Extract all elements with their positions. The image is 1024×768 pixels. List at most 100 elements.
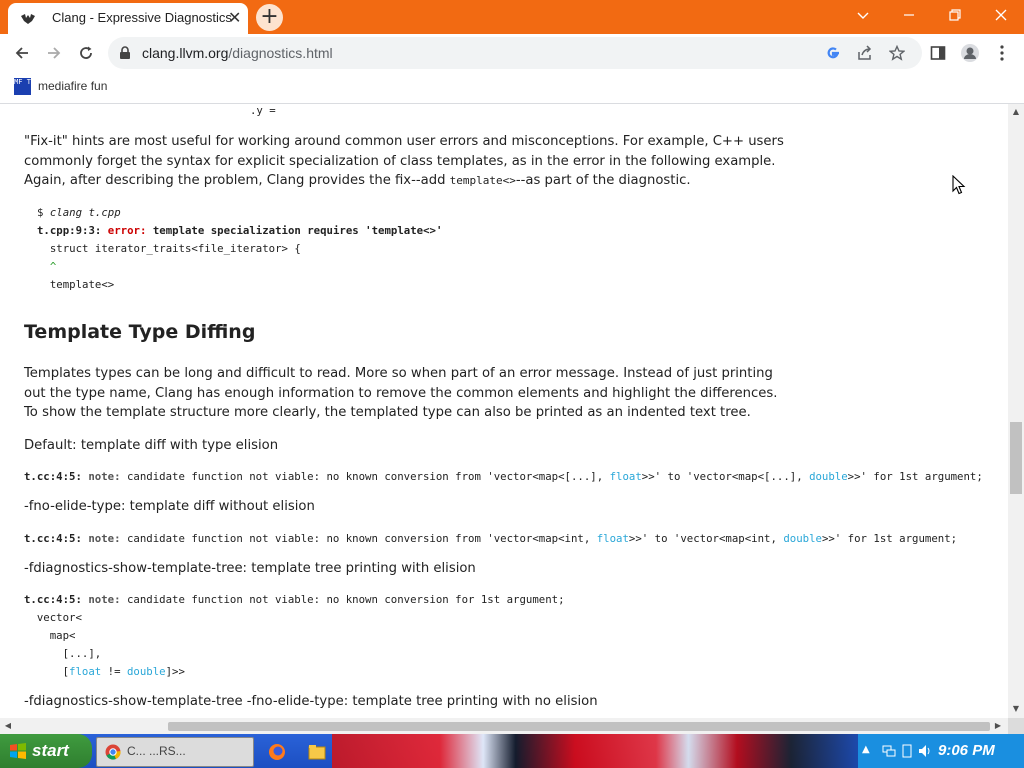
lock-icon[interactable]	[118, 46, 132, 60]
bookmark-star-icon[interactable]	[886, 43, 908, 63]
chrome-icon	[105, 744, 121, 760]
url-domain: clang.llvm.org	[142, 45, 229, 61]
start-button[interactable]: start	[0, 734, 92, 768]
diag-text: >>' for 1st argument;	[821, 532, 958, 545]
mediafire-icon[interactable]: MF T	[14, 78, 31, 95]
tree-line: [...],	[24, 647, 102, 660]
scrollbar-corner	[1008, 718, 1024, 734]
default-label: Default: template diff with type elision	[24, 438, 279, 453]
minimize-icon[interactable]	[892, 4, 926, 26]
windows-logo-icon	[10, 743, 26, 759]
side-panel-icon[interactable]	[926, 41, 950, 65]
tree-line: map<	[24, 629, 76, 642]
tree-line: [	[24, 665, 70, 678]
code-caret-line: ^	[37, 260, 57, 273]
taskbar-chrome-window[interactable]: C... ...RS...	[96, 737, 254, 767]
section-heading: Template Type Diffing	[24, 321, 256, 343]
back-arrow-icon[interactable]	[10, 42, 34, 64]
tree-line: ]>>	[165, 665, 185, 678]
page-content: .y = "Fix-it" hints are most useful for …	[0, 104, 1008, 718]
dragon-icon	[21, 14, 35, 24]
diag-note-label: note:	[88, 470, 121, 483]
restore-icon[interactable]	[938, 4, 972, 26]
taskbar-clock[interactable]: 9:06 PM	[938, 742, 995, 759]
code-fragment-top: .y =	[250, 104, 276, 117]
diag-type-double: double	[783, 532, 822, 545]
fixit-text-2: --as part of the diagnostic.	[515, 173, 691, 188]
diag-text: >>' to 'vector<map<[...],	[641, 470, 810, 483]
diag-text: candidate function not viable: no known …	[120, 470, 610, 483]
tree-line: !=	[101, 665, 127, 678]
diag-text: >>' for 1st argument;	[847, 470, 983, 483]
tree-no-elide-label: -fdiagnostics-show-template-tree -fno-el…	[24, 694, 598, 709]
url-path: /diagnostics.html	[228, 45, 333, 61]
code-block-fixit: $ clang t.cpp t.cpp:9:3: error: template…	[37, 204, 442, 294]
diag-tree: t.cc:4:5: note: candidate function not v…	[24, 591, 565, 681]
diag-note-label: note:	[88, 532, 121, 545]
scroll-down-arrow-icon[interactable]: ▼	[1008, 704, 1024, 713]
forward-arrow-icon[interactable]	[42, 42, 66, 64]
google-icon[interactable]	[822, 43, 844, 63]
scroll-right-arrow-icon[interactable]: ▶	[990, 721, 1006, 730]
diag-location: t.cc:4:5:	[24, 532, 89, 545]
device-icon[interactable]	[900, 744, 914, 758]
diag-type-double: double	[809, 470, 848, 483]
system-tray: ▲ 9:06 PM	[858, 734, 1024, 768]
mouse-cursor-icon	[952, 175, 966, 195]
reload-icon[interactable]	[74, 42, 98, 64]
tab-search-icon[interactable]	[846, 4, 880, 26]
more-menu-icon[interactable]	[990, 41, 1014, 65]
code-line: struct iterator_traits<file_iterator> {	[37, 242, 301, 255]
tree-label: -fdiagnostics-show-template-tree: templa…	[24, 561, 476, 576]
url-text[interactable]: clang.llvm.org/diagnostics.html	[142, 45, 333, 61]
diag-text: candidate function not viable: no known …	[120, 532, 597, 545]
browser-tab-active[interactable]: Clang - Expressive Diagnostics ✕	[8, 3, 248, 34]
code-location: t.cpp:9:3:	[37, 224, 108, 237]
mediafire-icon-text: MF T	[14, 78, 31, 86]
diag-type-float: float	[609, 470, 642, 483]
vertical-scroll-thumb[interactable]	[1010, 422, 1022, 494]
address-bar[interactable]: clang.llvm.org/diagnostics.html	[108, 37, 922, 69]
taskbar-window-label: C... ...RS...	[127, 744, 186, 758]
diag-note-label: note:	[88, 593, 121, 606]
scroll-left-arrow-icon[interactable]: ◀	[0, 721, 16, 730]
diag-location: t.cc:4:5:	[24, 470, 89, 483]
tab-title: Clang - Expressive Diagnostics	[52, 10, 232, 25]
diag-location: t.cc:4:5:	[24, 593, 89, 606]
network-icon[interactable]	[882, 744, 896, 758]
code-command: clang t.cpp	[49, 206, 121, 219]
firefox-icon[interactable]	[268, 743, 286, 761]
diff-paragraph: Templates types can be long and difficul…	[24, 366, 778, 420]
bookmark-mediafire-fun[interactable]: mediafire fun	[38, 79, 107, 93]
code-error-message: template specialization requires 'templa…	[146, 224, 443, 237]
diag-no-elide: t.cc:4:5: note: candidate function not v…	[24, 530, 957, 548]
bookmarks-bar: MF T mediafire fun	[0, 72, 1024, 104]
fixit-paragraph: "Fix-it" hints are most useful for worki…	[24, 132, 784, 191]
code-fix-line: template<>	[37, 278, 115, 291]
fixit-inline-code: template<>	[449, 174, 516, 187]
horizontal-scrollbar[interactable]: ◀ ▶	[0, 718, 1008, 734]
diag-default: t.cc:4:5: note: candidate function not v…	[24, 468, 983, 486]
browser-toolbar: clang.llvm.org/diagnostics.html	[0, 34, 1024, 72]
horizontal-scroll-thumb[interactable]	[168, 722, 990, 731]
file-explorer-icon[interactable]	[308, 743, 326, 761]
diag-text: >>' to 'vector<map<int,	[628, 532, 784, 545]
diag-type-float: float	[596, 532, 629, 545]
no-elide-label: -fno-elide-type: template diff without e…	[24, 499, 315, 514]
start-label: start	[32, 741, 69, 760]
vertical-scrollbar[interactable]: ▲ ▼	[1008, 104, 1024, 718]
taskbar-background-image	[332, 734, 872, 768]
profile-avatar-icon[interactable]	[958, 41, 982, 65]
new-tab-button[interactable]: +	[256, 4, 283, 31]
tray-expand-arrow-icon[interactable]: ▲	[862, 744, 870, 755]
share-icon[interactable]	[854, 43, 876, 63]
tab-close-icon[interactable]: ✕	[228, 9, 241, 27]
browser-title-bar: Clang - Expressive Diagnostics ✕ +	[0, 0, 1024, 34]
volume-icon[interactable]	[918, 744, 932, 758]
code-error-label: error:	[107, 224, 147, 237]
scroll-up-arrow-icon[interactable]: ▲	[1008, 107, 1024, 116]
close-window-icon[interactable]	[984, 4, 1018, 26]
windows-taskbar: start C... ...RS... ▲ 9:06 PM	[0, 734, 1024, 768]
diag-type-float: float	[69, 665, 102, 678]
code-prompt: $	[37, 206, 50, 219]
